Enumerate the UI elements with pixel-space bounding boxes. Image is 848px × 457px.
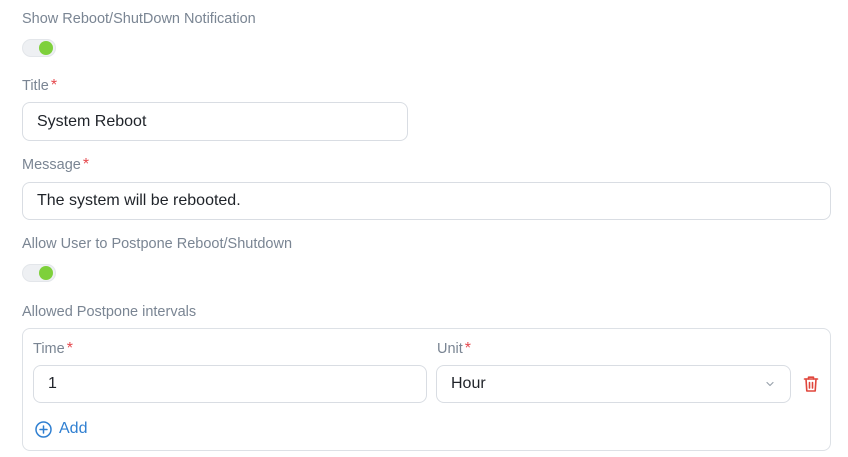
title-input-value: System Reboot [37, 112, 147, 130]
time-input[interactable]: 1 [33, 365, 427, 403]
allow-postpone-label: Allow User to Postpone Reboot/Shutdown [22, 236, 293, 252]
postpone-intervals-label: Allowed Postpone intervals [22, 304, 197, 320]
message-input[interactable]: The system will be rebooted. [22, 182, 831, 220]
add-interval-button[interactable]: Add [35, 420, 87, 438]
required-asterisk: * [82, 156, 90, 173]
message-input-value: The system will be rebooted. [37, 192, 241, 209]
time-label: Time * [33, 340, 73, 357]
required-asterisk: * [66, 340, 73, 357]
message-label: Message * [22, 156, 90, 173]
unit-select[interactable]: Hour [436, 365, 791, 403]
show-notification-toggle[interactable] [22, 39, 56, 57]
title-input[interactable]: System Reboot [22, 102, 408, 141]
add-label: Add [59, 420, 88, 437]
show-notification-label: Show Reboot/ShutDown Notification [22, 11, 256, 27]
toggle-knob [39, 266, 53, 280]
required-asterisk: * [464, 340, 472, 357]
toggle-knob [39, 41, 53, 55]
allow-postpone-toggle[interactable] [22, 264, 56, 282]
time-input-value: 1 [48, 375, 57, 392]
chevron-down-icon [766, 381, 774, 387]
required-asterisk: * [50, 77, 58, 94]
unit-select-value: Hour [451, 375, 486, 392]
unit-label: Unit * [437, 340, 472, 357]
title-label: Title * [22, 77, 58, 94]
trash-icon[interactable] [801, 374, 821, 394]
plus-circle-icon [35, 420, 52, 438]
reboot-notification-form: Show Reboot/ShutDown Notification Title *… [0, 0, 848, 457]
